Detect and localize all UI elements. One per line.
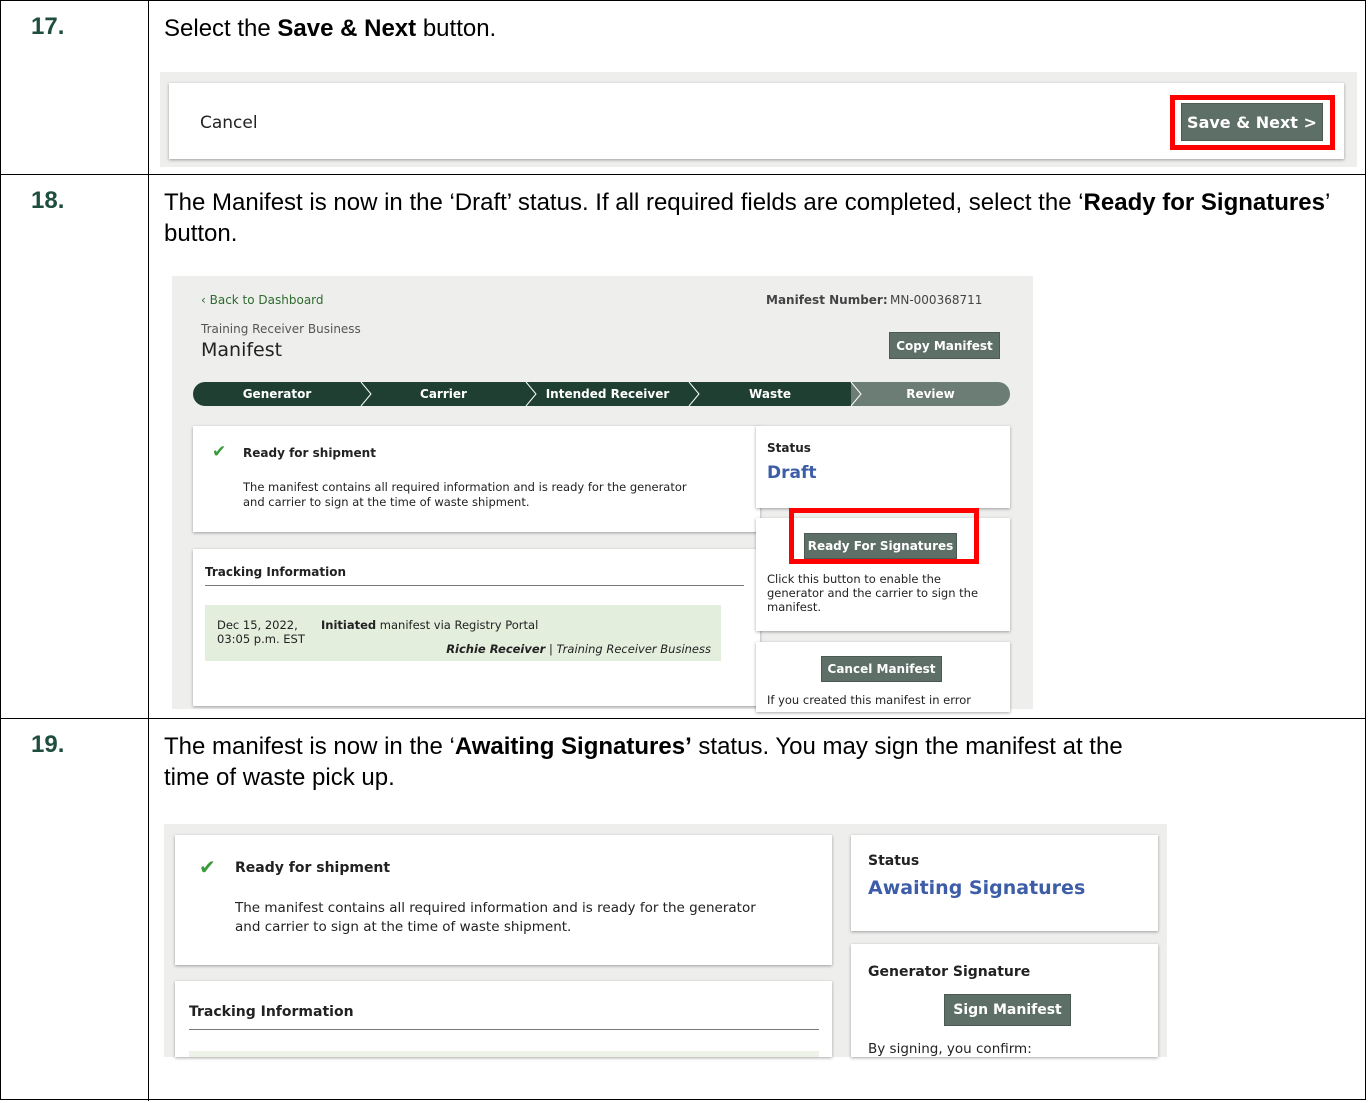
- tracking-divider: [189, 1029, 819, 1030]
- back-to-dashboard-link[interactable]: ‹ Back to Dashboard: [201, 293, 324, 307]
- tracking-entry: [189, 1051, 819, 1057]
- step-instruction: The manifest is now in the ‘Awaiting Sig…: [164, 733, 1123, 791]
- copy-manifest-button[interactable]: Copy Manifest: [889, 332, 1000, 359]
- tracking-date-line2: 03:05 p.m. EST: [217, 632, 305, 646]
- status-card: Status Awaiting Signatures: [851, 835, 1158, 931]
- cancel-link[interactable]: Cancel: [200, 113, 258, 133]
- step-row-17: 17. Select the Save & Next button. Cance…: [1, 1, 1365, 175]
- tracking-title: Tracking Information: [189, 1004, 354, 1020]
- ready-sign-help-line2: generator and the carrier to sign the: [767, 586, 979, 600]
- step-intended-receiver[interactable]: Intended Receiver: [526, 382, 689, 406]
- ready-text-line1: The manifest contains all required infor…: [235, 900, 756, 916]
- generator-signature-card: Generator Signature Sign Manifest By sig…: [851, 944, 1158, 1057]
- status-value: Draft: [767, 463, 817, 483]
- status-label: Status: [767, 441, 811, 455]
- tracking-card: Tracking Information: [175, 981, 832, 1057]
- step-row-18: 18. The Manifest is now in the ‘Draft’ s…: [1, 175, 1365, 719]
- ready-for-shipment-card: ✔ Ready for shipment The manifest contai…: [193, 426, 760, 532]
- step-carrier[interactable]: Carrier: [361, 382, 526, 406]
- progress-steps: Generator Carrier Intended Receiver Wast…: [193, 382, 1010, 406]
- cancel-manifest-card: Cancel Manifest If you created this mani…: [756, 642, 1010, 712]
- step-instruction: The Manifest is now in the ‘Draft’ statu…: [164, 189, 1330, 247]
- step-number-cell: 18.: [1, 175, 149, 718]
- ready-sign-help-line1: Click this button to enable the: [767, 572, 941, 586]
- step-number: 19.: [31, 731, 65, 758]
- step-number-cell: 19.: [1, 719, 149, 1101]
- save-next-screenshot: Cancel Save & Next >: [160, 72, 1357, 167]
- tracking-divider: [205, 585, 744, 586]
- step-review[interactable]: Review: [851, 382, 1010, 406]
- manifest-number-label: Manifest Number:: [766, 293, 888, 307]
- ready-text-line2: and carrier to sign at the time of waste…: [235, 919, 572, 935]
- page-title: Manifest: [201, 339, 283, 361]
- tracking-card: Tracking Information Dec 15, 2022, 03:05…: [193, 549, 760, 706]
- tracking-title: Tracking Information: [205, 565, 347, 579]
- tracking-user: Richie Receiver | Training Receiver Busi…: [446, 642, 711, 656]
- cancel-help: If you created this manifest in error: [767, 693, 971, 707]
- manifest-number: MN-000368711: [890, 293, 983, 307]
- checkmark-icon: ✔: [212, 442, 227, 462]
- status-value: Awaiting Signatures: [868, 877, 1086, 899]
- sign-manifest-button[interactable]: Sign Manifest: [944, 994, 1071, 1026]
- checkmark-icon: ✔: [199, 855, 216, 879]
- step-number-cell: 17.: [1, 1, 149, 174]
- step-generator[interactable]: Generator: [193, 382, 361, 406]
- instruction-table: 17. Select the Save & Next button. Cance…: [0, 0, 1366, 1101]
- ready-sign-help-line3: manifest.: [767, 600, 822, 614]
- step-number: 18.: [31, 187, 65, 214]
- step-row-19: 19. The manifest is now in the ‘Awaiting…: [1, 719, 1365, 1101]
- ready-title: Ready for shipment: [235, 860, 391, 876]
- draft-manifest-screenshot: ‹ Back to Dashboard Manifest Number: MN-…: [172, 276, 1033, 712]
- status-label: Status: [868, 853, 920, 869]
- step-number: 17.: [31, 13, 65, 40]
- awaiting-signatures-screenshot: ✔ Ready for shipment The manifest contai…: [164, 824, 1167, 1057]
- highlight-box: [789, 508, 979, 564]
- generator-sig-title: Generator Signature: [868, 964, 1031, 980]
- sign-help: By signing, you confirm:: [868, 1041, 1032, 1057]
- tracking-entry: Dec 15, 2022, 03:05 p.m. EST Initiated m…: [205, 605, 721, 661]
- step-waste[interactable]: Waste: [689, 382, 851, 406]
- status-card: Status Draft: [756, 426, 1010, 508]
- form-footer-bar: Cancel Save & Next >: [169, 83, 1344, 159]
- ready-title: Ready for shipment: [243, 446, 376, 460]
- ready-text-line1: The manifest contains all required infor…: [243, 480, 687, 494]
- step-instruction: Select the Save & Next button.: [164, 15, 497, 42]
- tracking-date-line1: Dec 15, 2022,: [217, 618, 298, 632]
- tracking-action: Initiated manifest via Registry Portal: [321, 618, 539, 632]
- ready-text-line2: and carrier to sign at the time of waste…: [243, 495, 530, 509]
- highlight-box: [1170, 95, 1335, 150]
- cancel-manifest-button[interactable]: Cancel Manifest: [821, 656, 942, 682]
- business-name: Training Receiver Business: [201, 322, 361, 336]
- ready-for-shipment-card: ✔ Ready for shipment The manifest contai…: [175, 835, 832, 965]
